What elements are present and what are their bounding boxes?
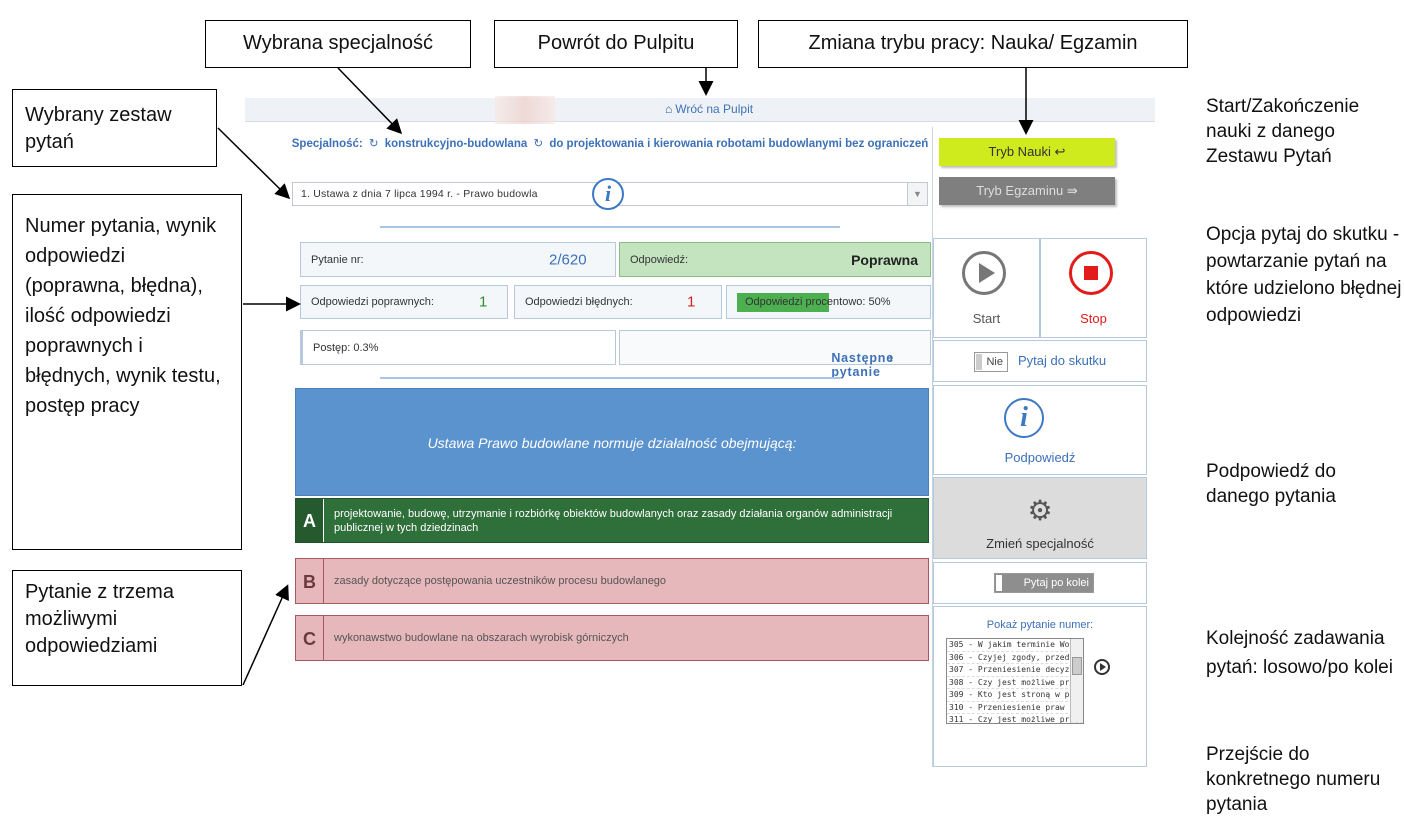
hint-label: Podpowiedź xyxy=(1004,450,1076,465)
back-to-dashboard-link[interactable]: ⌂ Wróć na Pulpit xyxy=(665,102,753,116)
right-panel: Tryb Nauki ↩ Tryb Egzaminu ⇛ Start Stop … xyxy=(932,127,1147,767)
question-set-value: 1. Ustawa z dnia 7 lipca 1994 r. - Prawo… xyxy=(301,188,538,200)
note-question: Pytanie z trzema możliwymi odpowiedziami xyxy=(12,570,242,686)
list-item[interactable]: 308 - Czy jest możliwe prz xyxy=(947,677,1083,689)
goto-question-title: Pokaż pytanie numer: xyxy=(986,619,1094,631)
question-text: Ustawa Prawo budowlane normuje działalno… xyxy=(427,435,797,451)
percent-label: Odpowiedzi procentowo: 50% xyxy=(745,296,891,308)
play-icon xyxy=(962,251,1006,295)
next-question-label: Następne pytanie xyxy=(831,351,894,379)
stop-button[interactable]: Stop xyxy=(1040,238,1147,338)
answer-option-a[interactable]: A projektowanie, budowę, utrzymanie i ro… xyxy=(295,498,929,543)
question-card: Ustawa Prawo budowlane normuje działalno… xyxy=(295,388,929,496)
note-mode-change: Zmiana trybu pracy: Nauka/ Egzamin xyxy=(758,20,1188,68)
chevron-right-icon: › xyxy=(889,351,894,365)
note-stats: Numer pytania, wynik odpowiedzi (poprawn… xyxy=(12,194,242,550)
note-hint: Podpowiedź do danego pytania xyxy=(1206,461,1336,507)
change-specialty-button[interactable]: ⚙ Zmień specjalność xyxy=(933,477,1147,559)
note-selected-set: Wybrany zestaw pytań xyxy=(12,89,217,167)
arrow-icon: ↻ xyxy=(533,138,544,150)
home-icon: ⌂ xyxy=(665,102,673,116)
progress-box: Postęp: 0.3% xyxy=(300,330,616,365)
list-item[interactable]: 307 - Przeniesienie decyzj xyxy=(947,664,1083,677)
exam-mode-label: Tryb Egzaminu xyxy=(976,183,1064,198)
learn-mode-button[interactable]: Tryb Nauki ↩ xyxy=(939,138,1115,166)
list-item[interactable]: 311 - Czy jest możliwe prz xyxy=(947,714,1083,723)
answer-option-b[interactable]: B zasady dotyczące postępowania uczestni… xyxy=(295,558,929,604)
hint-button[interactable]: i Podpowiedź xyxy=(933,385,1147,475)
divider xyxy=(380,377,840,379)
chevron-down-icon[interactable]: ▼ xyxy=(907,183,927,205)
progress-label: Postęp: 0.3% xyxy=(313,341,379,354)
specialty-secondary: do projektowania i kierowania robotami b… xyxy=(549,138,929,150)
answer-text: zasady dotyczące postępowania uczestnikó… xyxy=(334,575,667,587)
answer-text: projektowanie, budowę, utrzymanie i rozb… xyxy=(334,507,893,534)
gears-icon: ⚙ xyxy=(1027,495,1053,526)
answer-letter: C xyxy=(296,616,324,660)
ask-until-success-row: Nie Pytaj do skutku xyxy=(933,340,1147,382)
list-item[interactable]: 309 - Kto jest stroną w pos xyxy=(947,689,1083,702)
list-scrollbar[interactable] xyxy=(1070,639,1083,723)
note-selected-specialty: Wybrana specjalność xyxy=(205,20,471,68)
divider xyxy=(380,226,840,228)
note-back-to-dashboard: Powrót do Pulpitu xyxy=(494,20,738,68)
note-ask-until-success: Opcja pytaj do skutku - powtarzanie pyta… xyxy=(1206,224,1402,326)
start-label: Start xyxy=(972,311,1001,326)
list-item[interactable]: 310 - Przeniesienie praw i xyxy=(947,702,1083,714)
question-number-label: Pytanie nr: xyxy=(311,253,364,266)
note-order: Kolejność zadawania pytań: losowo/po kol… xyxy=(1206,628,1393,678)
note-goto: Przejście do konkretnego numeru pytania xyxy=(1206,744,1381,815)
arrow-right-icon: ⇛ xyxy=(1066,183,1078,198)
header-decoration xyxy=(495,96,555,124)
percent-box: Odpowiedzi procentowo: 50% xyxy=(726,285,931,319)
wrong-count-label: Odpowiedzi błędnych: xyxy=(525,296,633,308)
note-start-stop: Start/Zakończenie nauki z danego Zestawu… xyxy=(1206,96,1360,167)
stop-icon xyxy=(1069,251,1113,295)
wrong-count-value: 1 xyxy=(687,293,696,311)
info-icon[interactable]: i xyxy=(592,178,624,210)
answer-result-label: Odpowiedź: xyxy=(630,253,689,266)
goto-question-list[interactable]: 305 - W jakim terminie Wo 306 - Czyjej z… xyxy=(946,638,1084,724)
start-button[interactable]: Start xyxy=(933,238,1040,338)
answer-text: wykonawstwo budowlane na obszarach wyrob… xyxy=(334,632,629,644)
info-icon: i xyxy=(1004,398,1044,438)
ask-until-success-toggle[interactable]: Nie xyxy=(974,352,1008,372)
back-link-label: Wróć na Pulpit xyxy=(675,102,754,116)
specialty-line: Specjalność: ↻ konstrukcyjno-budowlana ↻… xyxy=(290,137,930,152)
answer-option-c[interactable]: C wykonawstwo budowlane na obszarach wyr… xyxy=(295,615,929,661)
question-number-box: Pytanie nr: 2/620 xyxy=(300,242,616,277)
order-toggle[interactable]: Pytaj po kolei xyxy=(994,573,1094,593)
list-item[interactable]: 306 - Czyjej zgody, przed w xyxy=(947,652,1083,664)
exam-mode-button[interactable]: Tryb Egzaminu ⇛ xyxy=(939,177,1115,205)
specialty-prefix: Specjalność: xyxy=(291,138,363,150)
correct-count-value: 1 xyxy=(479,293,488,311)
next-question-button[interactable]: Następne pytanie › xyxy=(619,330,931,379)
correct-count-label: Odpowiedzi poprawnych: xyxy=(311,296,434,308)
specialty-primary: konstrukcyjno-budowlana xyxy=(384,138,528,150)
learn-mode-label: Tryb Nauki xyxy=(988,144,1051,159)
answer-letter: B xyxy=(296,559,324,603)
change-specialty-label: Zmień specjalność xyxy=(986,536,1094,551)
learn-icon: ↩ xyxy=(1054,144,1066,159)
answer-letter: A xyxy=(296,499,324,542)
arrow-icon: ↻ xyxy=(368,138,379,150)
question-number-value: 2/620 xyxy=(549,251,587,268)
goto-question-panel: Pokaż pytanie numer: 305 - W jakim termi… xyxy=(933,606,1147,767)
list-item[interactable]: 305 - W jakim terminie Wo xyxy=(947,639,1083,652)
correct-count-box: Odpowiedzi poprawnych: 1 xyxy=(300,285,508,319)
go-to-question-button[interactable] xyxy=(1094,659,1110,675)
order-row: Pytaj po kolei xyxy=(933,562,1147,604)
answer-result-value: Poprawna xyxy=(851,251,918,268)
answer-result-box: Odpowiedź: Poprawna xyxy=(619,242,931,277)
stop-label: Stop xyxy=(1080,311,1107,326)
scrollbar-thumb[interactable] xyxy=(1072,657,1082,675)
ask-until-success-label: Pytaj do skutku xyxy=(1018,353,1107,368)
wrong-count-box: Odpowiedzi błędnych: 1 xyxy=(514,285,722,319)
app-window: ⌂ Wróć na Pulpit Specjalność: ↻ konstrukc… xyxy=(230,95,1175,785)
top-bar: ⌂ Wróć na Pulpit xyxy=(245,96,1155,124)
